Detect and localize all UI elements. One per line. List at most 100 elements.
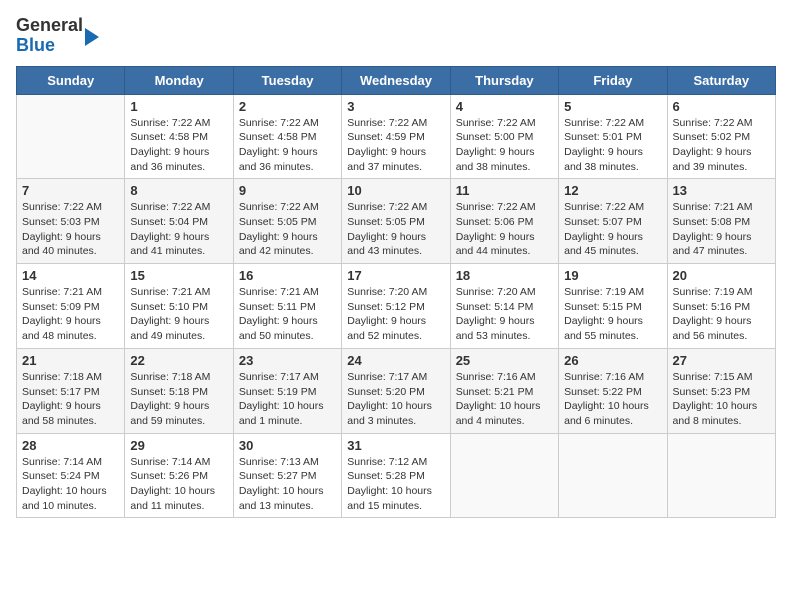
calendar-cell: 7 Sunrise: 7:22 AM Sunset: 5:03 PM Daylig… — [17, 179, 125, 264]
day-info: Sunrise: 7:17 AM Sunset: 5:20 PM Dayligh… — [347, 370, 444, 429]
weekday-header-wednesday: Wednesday — [342, 66, 450, 94]
day-number: 12 — [564, 183, 661, 198]
day-info: Sunrise: 7:22 AM Sunset: 5:01 PM Dayligh… — [564, 116, 661, 175]
weekday-header-sunday: Sunday — [17, 66, 125, 94]
calendar-cell: 18 Sunrise: 7:20 AM Sunset: 5:14 PM Dayli… — [450, 264, 558, 349]
weekday-header-thursday: Thursday — [450, 66, 558, 94]
calendar-week-row: 7 Sunrise: 7:22 AM Sunset: 5:03 PM Daylig… — [17, 179, 776, 264]
calendar-cell: 30 Sunrise: 7:13 AM Sunset: 5:27 PM Dayli… — [233, 433, 341, 518]
day-number: 8 — [130, 183, 227, 198]
calendar-cell — [559, 433, 667, 518]
day-info: Sunrise: 7:19 AM Sunset: 5:15 PM Dayligh… — [564, 285, 661, 344]
calendar-week-row: 28Sunrise: 7:14 AM Sunset: 5:24 PM Dayli… — [17, 433, 776, 518]
day-number: 10 — [347, 183, 444, 198]
calendar-cell: 24 Sunrise: 7:17 AM Sunset: 5:20 PM Dayli… — [342, 348, 450, 433]
calendar-cell: 29 Sunrise: 7:14 AM Sunset: 5:26 PM Dayli… — [125, 433, 233, 518]
day-info: Sunrise: 7:22 AM Sunset: 5:04 PM Dayligh… — [130, 200, 227, 259]
calendar-cell — [667, 433, 775, 518]
calendar-cell: 5 Sunrise: 7:22 AM Sunset: 5:01 PM Daylig… — [559, 94, 667, 179]
day-number: 26 — [564, 353, 661, 368]
day-number: 6 — [673, 99, 770, 114]
day-number: 27 — [673, 353, 770, 368]
weekday-header-row: SundayMondayTuesdayWednesdayThursdayFrid… — [17, 66, 776, 94]
day-number: 16 — [239, 268, 336, 283]
calendar-cell: 19 Sunrise: 7:19 AM Sunset: 5:15 PM Dayli… — [559, 264, 667, 349]
day-info: Sunrise: 7:15 AM Sunset: 5:23 PM Dayligh… — [673, 370, 770, 429]
calendar-cell: 17 Sunrise: 7:20 AM Sunset: 5:12 PM Dayli… — [342, 264, 450, 349]
calendar-cell: 22 Sunrise: 7:18 AM Sunset: 5:18 PM Dayli… — [125, 348, 233, 433]
day-info: Sunrise: 7:17 AM Sunset: 5:19 PM Dayligh… — [239, 370, 336, 429]
weekday-header-saturday: Saturday — [667, 66, 775, 94]
calendar-cell: 26 Sunrise: 7:16 AM Sunset: 5:22 PM Dayli… — [559, 348, 667, 433]
calendar-cell — [17, 94, 125, 179]
day-number: 19 — [564, 268, 661, 283]
logo-arrow-icon — [85, 28, 99, 46]
calendar-cell: 14 Sunrise: 7:21 AM Sunset: 5:09 PM Dayli… — [17, 264, 125, 349]
day-number: 2 — [239, 99, 336, 114]
calendar-cell: 6 Sunrise: 7:22 AM Sunset: 5:02 PM Daylig… — [667, 94, 775, 179]
day-number: 22 — [130, 353, 227, 368]
day-info: Sunrise: 7:21 AM Sunset: 5:10 PM Dayligh… — [130, 285, 227, 344]
calendar-cell: 3 Sunrise: 7:22 AM Sunset: 4:59 PM Daylig… — [342, 94, 450, 179]
day-info: Sunrise: 7:22 AM Sunset: 5:03 PM Dayligh… — [22, 200, 119, 259]
day-info: Sunrise: 7:22 AM Sunset: 4:59 PM Dayligh… — [347, 116, 444, 175]
day-info: Sunrise: 7:20 AM Sunset: 5:12 PM Dayligh… — [347, 285, 444, 344]
day-number: 18 — [456, 268, 553, 283]
calendar-week-row: 21 Sunrise: 7:18 AM Sunset: 5:17 PM Dayli… — [17, 348, 776, 433]
weekday-header-monday: Monday — [125, 66, 233, 94]
day-info: Sunrise: 7:13 AM Sunset: 5:27 PM Dayligh… — [239, 455, 336, 514]
day-info: Sunrise: 7:22 AM Sunset: 5:05 PM Dayligh… — [239, 200, 336, 259]
calendar-week-row: 14 Sunrise: 7:21 AM Sunset: 5:09 PM Dayli… — [17, 264, 776, 349]
day-number: 25 — [456, 353, 553, 368]
day-number: 7 — [22, 183, 119, 198]
day-number: 21 — [22, 353, 119, 368]
calendar-cell: 15 Sunrise: 7:21 AM Sunset: 5:10 PM Dayli… — [125, 264, 233, 349]
calendar-cell — [450, 433, 558, 518]
calendar-week-row: 1 Sunrise: 7:22 AM Sunset: 4:58 PM Daylig… — [17, 94, 776, 179]
day-info: Sunrise: 7:20 AM Sunset: 5:14 PM Dayligh… — [456, 285, 553, 344]
calendar-cell: 11Sunrise: 7:22 AM Sunset: 5:06 PM Dayli… — [450, 179, 558, 264]
day-info: Sunrise: 7:22 AM Sunset: 5:07 PM Dayligh… — [564, 200, 661, 259]
weekday-header-tuesday: Tuesday — [233, 66, 341, 94]
day-number: 4 — [456, 99, 553, 114]
day-info: Sunrise: 7:21 AM Sunset: 5:11 PM Dayligh… — [239, 285, 336, 344]
day-info: Sunrise: 7:16 AM Sunset: 5:21 PM Dayligh… — [456, 370, 553, 429]
calendar-cell: 13Sunrise: 7:21 AM Sunset: 5:08 PM Dayli… — [667, 179, 775, 264]
calendar-cell: 28Sunrise: 7:14 AM Sunset: 5:24 PM Dayli… — [17, 433, 125, 518]
day-number: 29 — [130, 438, 227, 453]
day-info: Sunrise: 7:19 AM Sunset: 5:16 PM Dayligh… — [673, 285, 770, 344]
day-number: 1 — [130, 99, 227, 114]
logo: General Blue — [16, 16, 99, 56]
day-number: 30 — [239, 438, 336, 453]
day-info: Sunrise: 7:14 AM Sunset: 5:26 PM Dayligh… — [130, 455, 227, 514]
day-info: Sunrise: 7:14 AM Sunset: 5:24 PM Dayligh… — [22, 455, 119, 514]
day-info: Sunrise: 7:22 AM Sunset: 4:58 PM Dayligh… — [130, 116, 227, 175]
calendar-cell: 21 Sunrise: 7:18 AM Sunset: 5:17 PM Dayli… — [17, 348, 125, 433]
day-info: Sunrise: 7:21 AM Sunset: 5:08 PM Dayligh… — [673, 200, 770, 259]
day-number: 9 — [239, 183, 336, 198]
calendar-cell: 9 Sunrise: 7:22 AM Sunset: 5:05 PM Daylig… — [233, 179, 341, 264]
day-number: 5 — [564, 99, 661, 114]
day-number: 14 — [22, 268, 119, 283]
calendar-cell: 20 Sunrise: 7:19 AM Sunset: 5:16 PM Dayli… — [667, 264, 775, 349]
day-info: Sunrise: 7:22 AM Sunset: 5:02 PM Dayligh… — [673, 116, 770, 175]
day-number: 15 — [130, 268, 227, 283]
calendar-cell: 27 Sunrise: 7:15 AM Sunset: 5:23 PM Dayli… — [667, 348, 775, 433]
day-number: 17 — [347, 268, 444, 283]
calendar-cell: 10Sunrise: 7:22 AM Sunset: 5:05 PM Dayli… — [342, 179, 450, 264]
day-number: 31 — [347, 438, 444, 453]
day-info: Sunrise: 7:21 AM Sunset: 5:09 PM Dayligh… — [22, 285, 119, 344]
day-number: 24 — [347, 353, 444, 368]
calendar-cell: 23 Sunrise: 7:17 AM Sunset: 5:19 PM Dayli… — [233, 348, 341, 433]
day-info: Sunrise: 7:16 AM Sunset: 5:22 PM Dayligh… — [564, 370, 661, 429]
logo-blue: Blue — [16, 35, 55, 55]
day-number: 20 — [673, 268, 770, 283]
day-number: 23 — [239, 353, 336, 368]
weekday-header-friday: Friday — [559, 66, 667, 94]
day-info: Sunrise: 7:18 AM Sunset: 5:18 PM Dayligh… — [130, 370, 227, 429]
day-number: 3 — [347, 99, 444, 114]
calendar-cell: 1 Sunrise: 7:22 AM Sunset: 4:58 PM Daylig… — [125, 94, 233, 179]
day-info: Sunrise: 7:18 AM Sunset: 5:17 PM Dayligh… — [22, 370, 119, 429]
logo-general: General — [16, 15, 83, 35]
calendar-cell: 31Sunrise: 7:12 AM Sunset: 5:28 PM Dayli… — [342, 433, 450, 518]
